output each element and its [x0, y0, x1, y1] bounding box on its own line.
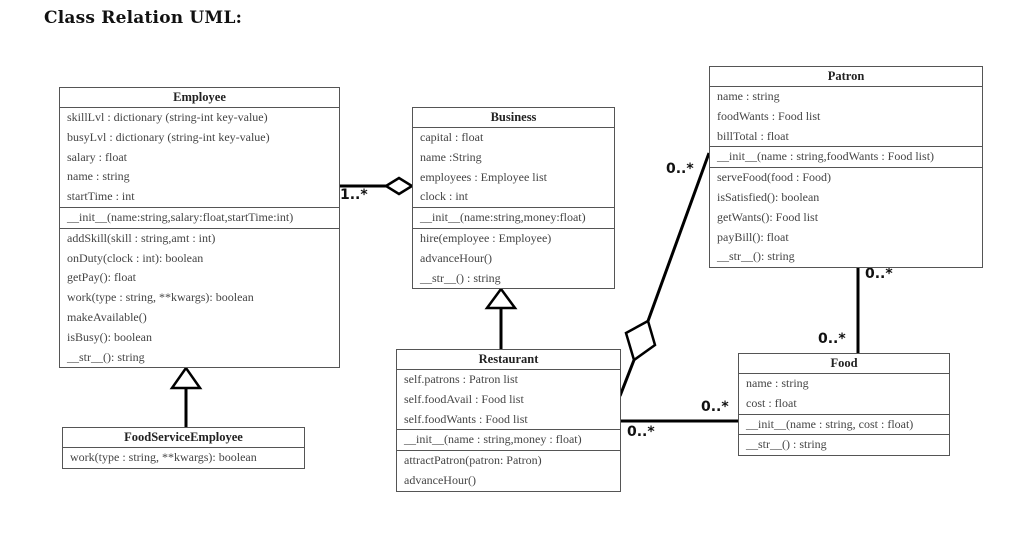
attribute: name : string	[717, 89, 780, 103]
restaurant-patron-aggregation-line-high	[646, 152, 711, 322]
method: getWants(): Food list	[717, 209, 819, 224]
method: attractPatron(patron: Patron)	[404, 453, 542, 468]
inheritance-arrow-employee	[169, 365, 203, 390]
constructor: __init__(name:string,money:float)	[420, 210, 586, 225]
class-name: Restaurant	[397, 350, 620, 370]
diagram-title: Class Relation UML:	[44, 8, 243, 28]
class-name: Employee	[60, 88, 339, 108]
multiplicity-patron-food-top: 0..*	[865, 266, 893, 282]
constructor: __init__(name:string,salary:float,startT…	[67, 209, 294, 224]
class-food: Food name : string cost : float __init__…	[738, 353, 950, 457]
class-food-service-employee: FoodServiceEmployee work(type : string, …	[62, 427, 305, 469]
method: work(type : string, **kwargs): boolean	[67, 290, 254, 305]
attribute: salary : float	[67, 149, 127, 164]
constructor: __init__(name : string,money : float)	[404, 432, 582, 447]
method: __str__(): string	[67, 349, 145, 364]
method: addSkill(skill : string,amt : int)	[67, 230, 216, 245]
attributes-section: skillLvl : dictionary (string-int key-va…	[60, 108, 339, 208]
multiplicity-restaurant-food-right: 0..*	[701, 399, 729, 415]
attributes-section: self.patrons : Patron list self.foodAvai…	[397, 370, 620, 431]
method: __str__(): string	[717, 249, 795, 264]
class-name: Food	[739, 354, 949, 374]
attribute: employees : Employee list	[420, 169, 547, 184]
attributes-section: name : string foodWants : Food list bill…	[710, 87, 982, 148]
class-business: Business capital : float name :String em…	[412, 107, 615, 290]
method: advanceHour()	[404, 472, 476, 487]
method: getPay(): float	[67, 270, 136, 285]
attribute: name : string	[746, 376, 809, 390]
attributes-section: name : string cost : float	[739, 374, 949, 415]
constructor-section: __init__(name:string,salary:float,startT…	[60, 208, 339, 229]
attribute: cost : float	[746, 395, 797, 410]
attribute: capital : float	[420, 130, 484, 144]
attribute: self.foodWants : Food list	[404, 411, 528, 426]
multiplicity-business-employee: 1..*	[340, 187, 368, 203]
attribute: name : string	[67, 169, 130, 184]
multiplicity-patron-food-bottom: 0..*	[818, 331, 846, 347]
attribute: startTime : int	[67, 189, 135, 204]
constructor-section: __init__(name : string,foodWants : Food …	[710, 147, 982, 169]
attributes-section: capital : float name :String employees :…	[413, 128, 614, 209]
constructor: __init__(name : string, cost : float)	[746, 416, 914, 431]
class-restaurant: Restaurant self.patrons : Patron list se…	[396, 349, 621, 492]
class-name: FoodServiceEmployee	[63, 428, 304, 448]
attribute: self.foodAvail : Food list	[404, 391, 524, 406]
methods-section: attractPatron(patron: Patron) advanceHou…	[397, 451, 620, 491]
multiplicity-restaurant-food-left: 0..*	[627, 424, 655, 440]
attribute: skillLvl : dictionary (string-int key-va…	[67, 110, 268, 124]
attribute: name :String	[420, 149, 482, 164]
methods-section: __str__() : string	[739, 435, 949, 455]
restaurant-patron-aggregation-line-low	[618, 359, 636, 397]
attribute: busyLvl : dictionary (string-int key-val…	[67, 129, 270, 144]
constructor: __init__(name : string,foodWants : Food …	[717, 149, 935, 164]
method: onDuty(clock : int): boolean	[67, 250, 204, 265]
class-name: Patron	[710, 67, 982, 87]
constructor-section: __init__(name:string,money:float)	[413, 208, 614, 229]
methods-section: serveFood(food : Food) isSatisfied(): bo…	[710, 168, 982, 267]
method: payBill(): float	[717, 229, 789, 244]
class-name: Business	[413, 108, 614, 128]
inheritance-arrow-business	[484, 286, 518, 310]
attribute: clock : int	[420, 189, 468, 204]
method: hire(employee : Employee)	[420, 230, 552, 245]
method: isBusy(): boolean	[67, 329, 152, 344]
methods-section: hire(employee : Employee) advanceHour() …	[413, 229, 614, 288]
aggregation-diamond-restaurant	[624, 319, 657, 363]
method: work(type : string, **kwargs): boolean	[70, 450, 257, 464]
methods-section: addSkill(skill : string,amt : int) onDut…	[60, 229, 339, 368]
aggregation-diamond-business	[383, 176, 415, 196]
method: makeAvailable()	[67, 309, 147, 324]
constructor-section: __init__(name : string, cost : float)	[739, 415, 949, 436]
multiplicity-restaurant-patron: 0..*	[666, 161, 694, 177]
attribute: foodWants : Food list	[717, 108, 821, 123]
class-employee: Employee skillLvl : dictionary (string-i…	[59, 87, 340, 369]
method: advanceHour()	[420, 250, 492, 265]
attribute: billTotal : float	[717, 128, 789, 143]
attribute: self.patrons : Patron list	[404, 372, 518, 386]
method: isSatisfied(): boolean	[717, 189, 820, 204]
method: __str__() : string	[746, 437, 827, 452]
class-patron: Patron name : string foodWants : Food li…	[709, 66, 983, 269]
methods-section: work(type : string, **kwargs): boolean	[63, 448, 304, 468]
constructor-section: __init__(name : string,money : float)	[397, 430, 620, 452]
method: serveFood(food : Food)	[717, 170, 831, 185]
method: __str__() : string	[420, 270, 501, 285]
